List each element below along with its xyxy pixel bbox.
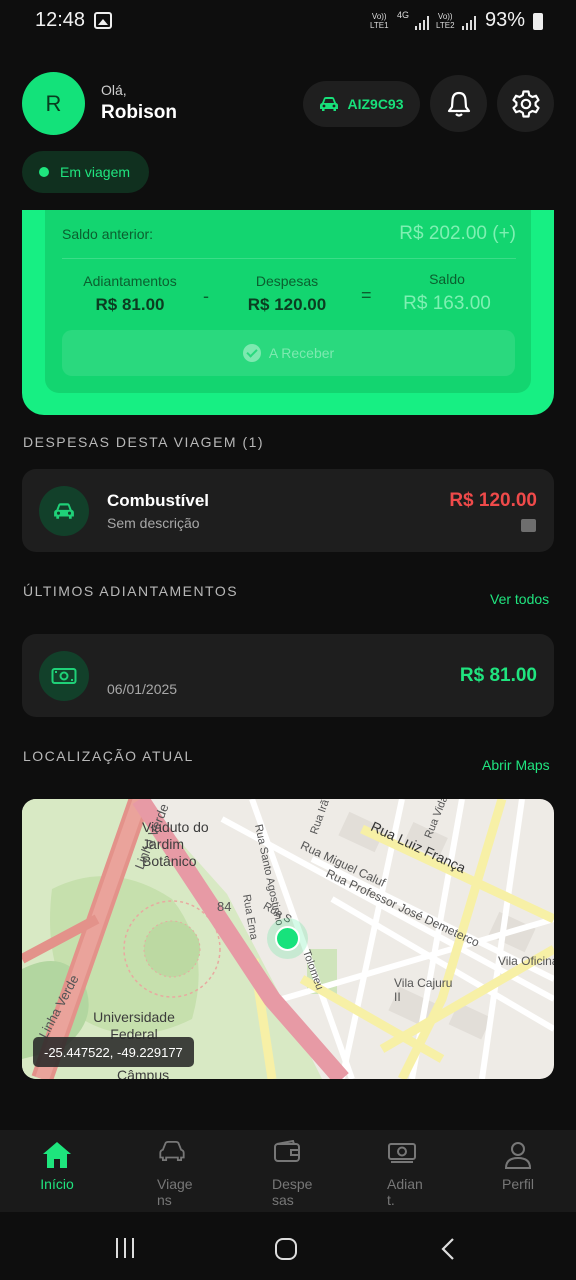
receive-button[interactable]: A Receber: [62, 330, 515, 376]
wallet-icon: [274, 1140, 300, 1162]
status-bar: 12:48 Vo)) LTE1 4G Vo)) LTE2 93%: [0, 0, 576, 44]
advances-column: Adiantamentos R$ 81.00: [65, 273, 195, 315]
back-icon[interactable]: [440, 1237, 456, 1261]
expense-icon-circle: [39, 486, 89, 536]
equals-sign: =: [361, 285, 372, 305]
expenses-column: Despesas R$ 120.00: [225, 273, 349, 315]
expense-name: Combustível: [107, 491, 210, 510]
map-label-campus: Câmpus: [117, 1067, 170, 1079]
previous-balance-value: R$ 202.00 (+): [399, 223, 516, 244]
advance-date: 06/01/2025: [107, 681, 178, 697]
system-navigation-bar: [0, 1212, 576, 1280]
trip-status-chip[interactable]: Em viagem: [22, 151, 149, 193]
status-dot: [39, 167, 49, 177]
nav-expenses-label: Despe sas: [272, 1176, 313, 1208]
car-icon: [320, 97, 339, 111]
battery-icon: [533, 13, 543, 30]
expense-amount: R$ 120.00: [449, 490, 537, 511]
vehicle-plate: AIZ9C93: [347, 96, 404, 112]
map-label-vila-cajuru: Vila Cajuru II: [394, 976, 453, 1004]
receive-label: A Receber: [268, 345, 335, 361]
gallery-notification-icon: [94, 12, 112, 29]
balance-summary: Saldo anterior: R$ 202.00 (+) Adiantamen…: [45, 210, 531, 393]
gear-icon: [511, 89, 540, 118]
divider: [62, 258, 516, 259]
balance-value: R$ 163.00: [403, 293, 491, 314]
sim2-indicator: Vo)) LTE2: [436, 12, 455, 30]
user-icon: [504, 1142, 532, 1169]
map-label-vila-oficinas: Vila Oficinas: [498, 954, 554, 968]
expenses-value: R$ 120.00: [247, 295, 327, 314]
advances-value: R$ 81.00: [95, 295, 165, 314]
minus-sign: -: [203, 286, 209, 306]
advances-section-title: ÚLTIMOS ADIANTAMENTOS: [23, 583, 239, 599]
balance-column: Saldo R$ 163.00: [385, 271, 509, 315]
nav-advances[interactable]: Adian t.: [352, 1130, 452, 1212]
current-location-marker: [275, 926, 300, 951]
money-icon: [388, 1143, 416, 1163]
nav-advances-label: Adian t.: [387, 1176, 423, 1208]
car-icon: [159, 1140, 185, 1162]
open-maps-link[interactable]: Abrir Maps: [482, 757, 550, 773]
signal-2-icon: [462, 14, 478, 30]
user-name: Robison: [101, 102, 177, 123]
recent-apps-icon[interactable]: [114, 1237, 136, 1259]
nav-profile[interactable]: Perfil: [468, 1130, 568, 1212]
nav-expenses[interactable]: Despe sas: [237, 1130, 337, 1212]
network-type: 4G: [397, 10, 410, 20]
bell-icon: [447, 91, 470, 117]
check-circle-icon: [242, 344, 261, 362]
battery-percent: 93%: [485, 9, 526, 31]
greeting: Olá,: [101, 82, 127, 98]
expenses-section-title: DESPESAS DESTA VIAGEM (1): [23, 434, 265, 450]
sim1-indicator: Vo)) LTE1: [370, 12, 389, 30]
trip-status-label: Em viagem: [60, 164, 131, 180]
home-system-icon[interactable]: [274, 1237, 298, 1261]
map-label-route-84: 84: [217, 899, 232, 914]
vehicle-plate-button[interactable]: AIZ9C93: [303, 81, 420, 127]
status-time: 12:48: [35, 9, 86, 31]
signal-1-icon: [415, 14, 431, 30]
nav-home[interactable]: Início: [7, 1130, 107, 1212]
expense-item[interactable]: Combustível Sem descrição R$ 120.00: [22, 469, 554, 552]
location-section-title: LOCALIZAÇÃO ATUAL: [23, 748, 194, 764]
nav-trips[interactable]: Viage ns: [122, 1130, 222, 1212]
expense-description: Sem descrição: [107, 515, 200, 531]
see-all-advances-link[interactable]: Ver todos: [490, 591, 549, 607]
settings-button[interactable]: [497, 75, 554, 132]
balance-card: Saldo anterior: R$ 202.00 (+) Adiantamen…: [22, 210, 554, 415]
nav-profile-label: Perfil: [502, 1176, 534, 1192]
car-icon: [54, 503, 74, 519]
receipt-image-icon[interactable]: [521, 519, 536, 532]
balance-label: Saldo: [429, 271, 465, 287]
notifications-button[interactable]: [430, 75, 487, 132]
coordinates-badge: -25.447522, -49.229177: [33, 1037, 194, 1067]
advance-item[interactable]: 06/01/2025 R$ 81.00: [22, 634, 554, 717]
expenses-label: Despesas: [255, 273, 319, 289]
nav-trips-label: Viage ns: [157, 1176, 193, 1208]
nav-home-label: Início: [40, 1176, 74, 1192]
advance-icon-circle: [39, 651, 89, 701]
previous-balance-label: Saldo anterior:: [62, 226, 154, 242]
avatar[interactable]: R: [22, 72, 85, 135]
location-map[interactable]: Viaduto do Jardim Botânico Linha Verde L…: [22, 799, 554, 1079]
money-icon: [51, 668, 77, 684]
advance-amount: R$ 81.00: [459, 665, 537, 686]
home-icon: [43, 1142, 71, 1168]
bottom-navigation: Início Viage ns Despe sas Adian t. Perfi…: [0, 1130, 576, 1212]
advances-label: Adiantamentos: [83, 273, 177, 289]
